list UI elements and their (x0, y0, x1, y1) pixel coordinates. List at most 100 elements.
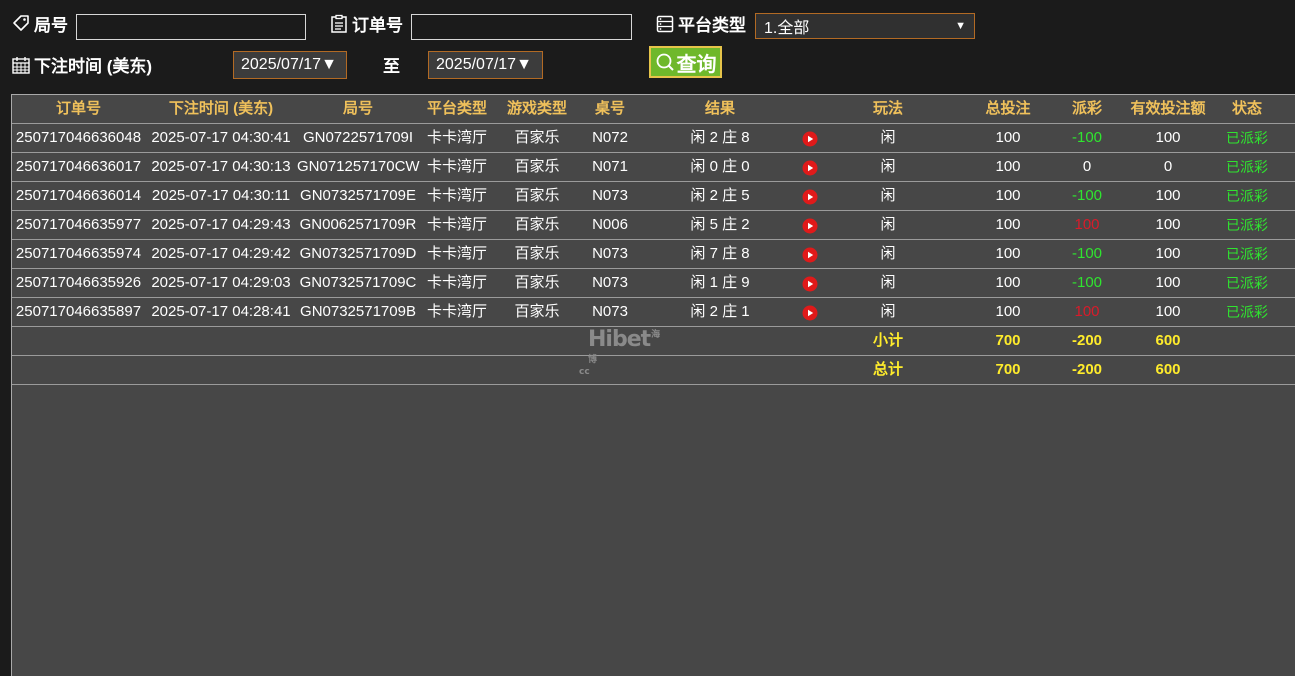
total-valid: 600 (1155, 361, 1181, 378)
calendar-icon (11, 55, 31, 75)
caret-down-icon: ▼ (955, 20, 966, 32)
play-video-icon[interactable] (802, 276, 818, 292)
filter-bar: 局号 订单号 平台类型 1.全部 ▼ 下注时间 (美东) 2025/07/17▼… (0, 0, 1295, 94)
clipboard-icon (329, 14, 349, 34)
date-to-value: 2025/07/17▼ (436, 56, 532, 73)
table-row: 250717046635974 2025-07-17 04:29:42 GN0732… (12, 240, 1295, 269)
order-no-cell: 250717046635974 (15, 245, 142, 262)
order-input[interactable] (411, 14, 632, 40)
platform-cell: 卡卡湾厅 (426, 245, 487, 262)
round-no-cell: GN0722571709I (302, 129, 414, 146)
round-no-cell: GN0732571709E (300, 187, 416, 204)
play-video-icon[interactable] (802, 131, 818, 147)
to-label: 至 (383, 57, 400, 76)
bet-time-cell: 2025-07-17 04:30:41 (151, 129, 291, 146)
status-cell: 已派彩 (1226, 246, 1268, 262)
play-video-icon[interactable] (802, 160, 818, 176)
date-from-value: 2025/07/17▼ (241, 56, 337, 73)
header-table-no: 桌号 (594, 100, 625, 117)
order-no-cell: 250717046635897 (15, 303, 142, 320)
result-cell: 闲 1 庄 9 (690, 274, 750, 291)
total-payout: -200 (1071, 361, 1103, 378)
play-type-cell: 闲 (880, 303, 896, 320)
subtotal-valid: 600 (1155, 332, 1181, 349)
platform-select[interactable]: 1.全部 ▼ (755, 13, 975, 39)
platform-cell: 卡卡湾厅 (426, 129, 487, 146)
table-row: 250717046635977 2025-07-17 04:29:43 GN0062… (12, 211, 1295, 240)
order-no-cell: 250717046636048 (15, 129, 142, 146)
bet-time-cell: 2025-07-17 04:29:43 (151, 216, 291, 233)
play-type-cell: 闲 (880, 245, 896, 262)
payout-cell: -100 (1071, 187, 1103, 204)
header-play: 玩法 (872, 100, 903, 117)
play-type-cell: 闲 (880, 187, 896, 204)
bet-time-cell: 2025-07-17 04:29:42 (151, 245, 291, 262)
play-video-icon[interactable] (802, 218, 818, 234)
total-bet-cell: 100 (995, 158, 1021, 175)
date-to-picker[interactable]: 2025/07/17▼ (428, 51, 543, 79)
table-row: 250717046636017 2025-07-17 04:30:13 GN0712… (12, 153, 1295, 182)
total-bet-cell: 100 (995, 245, 1021, 262)
total-bet-cell: 100 (995, 129, 1021, 146)
game-type-cell: 百家乐 (514, 245, 560, 262)
subtotal-label: 小计 (872, 332, 903, 349)
table-row: 250717046636048 2025-07-17 04:30:41 GN0722… (12, 124, 1295, 153)
bet-time-cell: 2025-07-17 04:29:03 (151, 274, 291, 291)
platform-selected-value: 1.全部 (764, 20, 810, 37)
table-header: 订单号 下注时间 (美东) 局号 平台类型 游戏类型 桌号 结果 玩法 总投注 … (12, 95, 1295, 124)
result-cell: 闲 2 庄 1 (690, 303, 750, 320)
valid-bet-cell: 100 (1155, 303, 1181, 320)
game-type-cell: 百家乐 (514, 216, 560, 233)
payout-cell: -100 (1071, 129, 1103, 146)
header-game: 游戏类型 (506, 100, 567, 117)
total-bet-cell: 100 (995, 274, 1021, 291)
table-no-cell: N073 (592, 187, 628, 204)
valid-bet-cell: 100 (1155, 274, 1181, 291)
bet-time-cell: 2025-07-17 04:30:11 (151, 187, 291, 204)
platform-cell: 卡卡湾厅 (426, 303, 487, 320)
server-icon (655, 14, 675, 34)
payout-cell: -100 (1071, 274, 1103, 291)
status-cell: 已派彩 (1226, 188, 1268, 204)
status-cell: 已派彩 (1226, 130, 1268, 146)
play-video-icon[interactable] (802, 305, 818, 321)
bet-records-table: 订单号 下注时间 (美东) 局号 平台类型 游戏类型 桌号 结果 玩法 总投注 … (11, 94, 1295, 676)
platform-cell: 卡卡湾厅 (426, 216, 487, 233)
table-no-cell: N073 (592, 245, 628, 262)
order-no-cell: 250717046635926 (15, 274, 142, 291)
order-filter: 订单号 (329, 11, 403, 36)
valid-bet-cell: 100 (1155, 216, 1181, 233)
watermark-logo: Hibet海博cc (579, 327, 662, 377)
game-type-cell: 百家乐 (514, 274, 560, 291)
round-no-cell: GN0732571709B (300, 303, 416, 320)
header-payout: 派彩 (1071, 100, 1102, 117)
play-type-cell: 闲 (880, 129, 896, 146)
bet-time-cell: 2025-07-17 04:28:41 (151, 303, 291, 320)
round-input[interactable] (76, 14, 306, 40)
game-type-cell: 百家乐 (514, 187, 560, 204)
play-video-icon[interactable] (802, 189, 818, 205)
date-from-picker[interactable]: 2025/07/17▼ (233, 51, 347, 79)
payout-cell: -100 (1071, 245, 1103, 262)
time-filter: 下注时间 (美东) (11, 52, 152, 77)
play-video-icon[interactable] (802, 247, 818, 263)
play-type-cell: 闲 (880, 216, 896, 233)
payout-cell: 0 (1082, 158, 1092, 175)
watermark-suffix: cc (579, 367, 590, 377)
valid-bet-cell: 100 (1155, 129, 1181, 146)
platform-filter: 平台类型 (655, 11, 746, 36)
play-type-cell: 闲 (880, 158, 896, 175)
platform-cell: 卡卡湾厅 (426, 274, 487, 291)
query-button[interactable]: 查询 (649, 46, 722, 78)
table-no-cell: N006 (592, 216, 628, 233)
header-valid: 有效投注额 (1130, 100, 1206, 117)
game-type-cell: 百家乐 (514, 303, 560, 320)
order-no-cell: 250717046636014 (15, 187, 142, 204)
status-cell: 已派彩 (1226, 304, 1268, 320)
valid-bet-cell: 100 (1155, 245, 1181, 262)
header-status: 状态 (1231, 100, 1262, 117)
result-cell: 闲 2 庄 5 (690, 187, 750, 204)
result-cell: 闲 5 庄 2 (690, 216, 750, 233)
tag-icon (11, 14, 31, 34)
header-order: 订单号 (55, 100, 101, 117)
